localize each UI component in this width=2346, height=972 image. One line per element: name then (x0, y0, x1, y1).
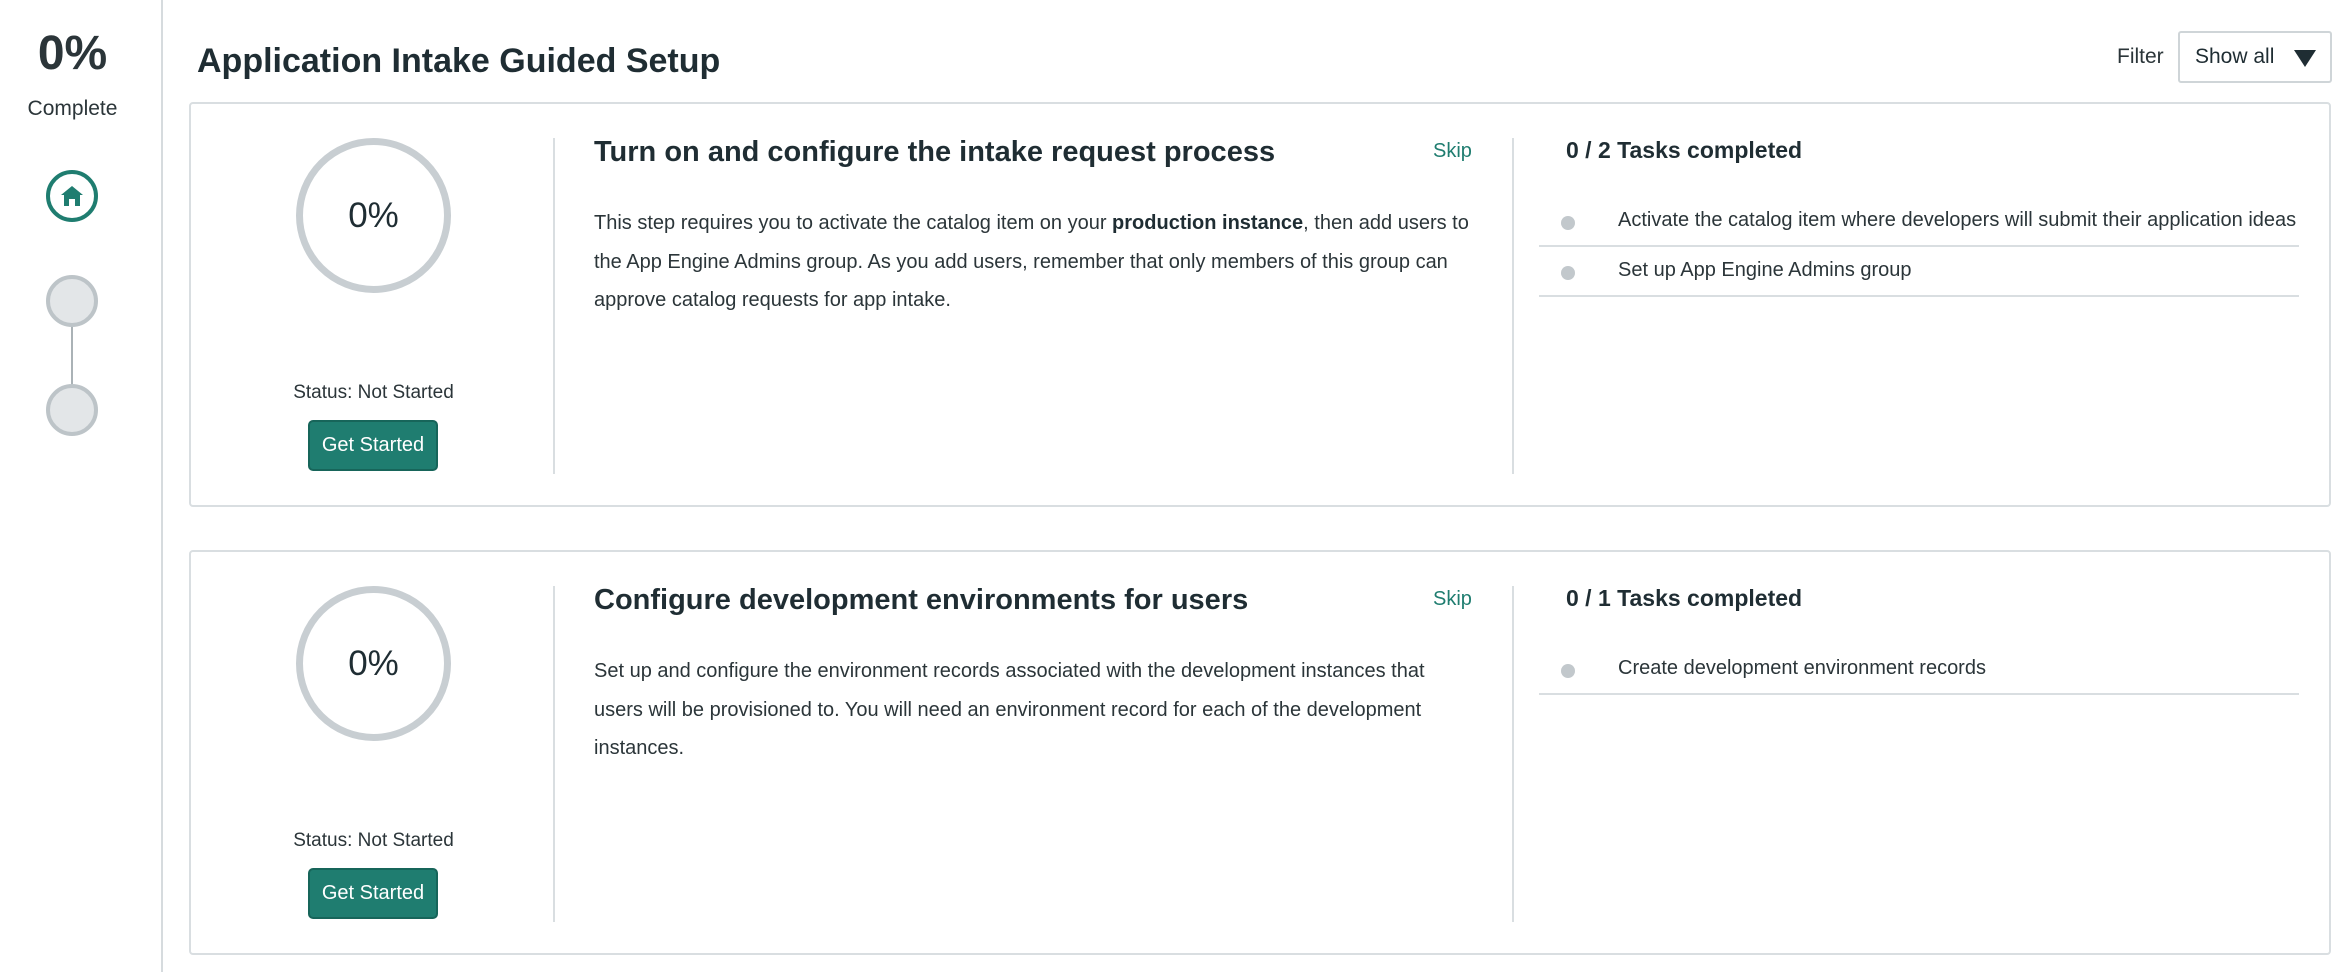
description-text: Set up and configure the environment rec… (594, 660, 1425, 759)
skip-link[interactable]: Skip (1433, 140, 1472, 163)
get-started-button[interactable]: Get Started (308, 868, 438, 919)
task-status-dot (1561, 664, 1575, 678)
description-text: This step requires you to activate the c… (594, 212, 1113, 234)
task-label: Create development environment records (1618, 657, 1986, 679)
filter-value: Show all (2195, 45, 2275, 68)
divider (1512, 586, 1514, 922)
step-card: 0% Status: Not Started Get Started Turn … (189, 102, 2331, 507)
progress-rail: 0% Complete (0, 0, 163, 972)
rail-home-step[interactable] (46, 170, 98, 222)
overall-percent: 0% (37, 27, 108, 80)
rail-step-2[interactable] (46, 384, 98, 436)
step-title: Turn on and configure the intake request… (594, 136, 1276, 168)
rail-step-1[interactable] (46, 275, 98, 327)
tasks-heading: 0 / 2 Tasks completed (1566, 137, 1803, 163)
step-description: This step requires you to activate the c… (594, 204, 1474, 320)
tasks-heading: 0 / 1 Tasks completed (1566, 585, 1803, 611)
divider (553, 586, 555, 922)
filter-label: Filter (2117, 45, 2164, 68)
caret-down-icon (2294, 50, 2316, 67)
divider (553, 138, 555, 474)
filter-select[interactable]: Show all (2178, 31, 2332, 83)
step-percent: 0% (348, 643, 399, 683)
step-title: Configure development environments for u… (594, 584, 1249, 616)
get-started-button[interactable]: Get Started (308, 420, 438, 471)
step-description: Set up and configure the environment rec… (594, 652, 1474, 768)
step-percent: 0% (348, 195, 399, 235)
task-item[interactable]: Set up App Engine Admins group (1539, 247, 2299, 297)
divider (1512, 138, 1514, 474)
task-status-dot (1561, 216, 1575, 230)
step-status: Status: Not Started (293, 830, 454, 851)
home-icon (61, 186, 83, 206)
page-title: Application Intake Guided Setup (197, 42, 721, 80)
task-item[interactable]: Create development environment records (1539, 645, 2299, 695)
task-label: Activate the catalog item where develope… (1618, 209, 2297, 231)
step-progress-ring: 0% (296, 586, 451, 741)
task-status-dot (1561, 266, 1575, 280)
skip-link[interactable]: Skip (1433, 588, 1472, 611)
step-progress-ring: 0% (296, 138, 451, 293)
description-bold: production instance (1112, 212, 1304, 234)
overall-label: Complete (27, 97, 118, 120)
task-label: Set up App Engine Admins group (1618, 259, 1912, 281)
step-card: 0% Status: Not Started Get Started Confi… (189, 550, 2331, 955)
step-status: Status: Not Started (293, 382, 454, 403)
task-item[interactable]: Activate the catalog item where develope… (1539, 197, 2299, 247)
